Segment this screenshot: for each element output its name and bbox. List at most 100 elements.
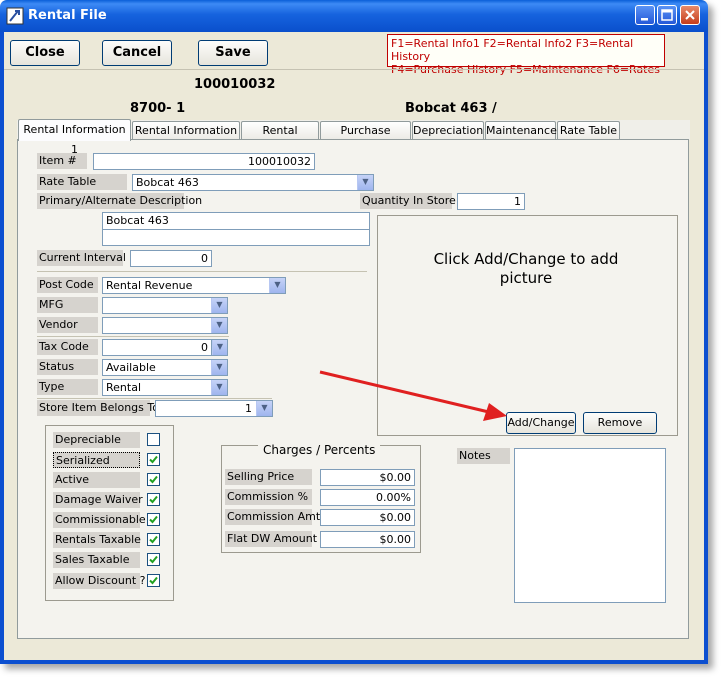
type-label: Type <box>37 379 98 395</box>
flag-label: Depreciable <box>53 432 140 448</box>
minimize-button[interactable] <box>635 5 655 25</box>
section-divider <box>37 398 272 399</box>
mfg-select[interactable]: ▼ <box>102 297 228 314</box>
maximize-button[interactable] <box>657 5 677 25</box>
flag-checkbox[interactable] <box>147 433 160 446</box>
flag-checkbox[interactable] <box>147 553 160 566</box>
cancel-button[interactable]: Cancel <box>102 40 172 66</box>
tab-rate-table[interactable]: Rate Table <box>557 121 620 139</box>
charge-value-field[interactable]: $0.00 <box>320 531 415 548</box>
flag-label: Rentals Taxable <box>53 532 141 548</box>
status-label: Status <box>37 359 98 375</box>
tab-maintenance[interactable]: Maintenance <box>485 121 557 139</box>
header-item-name: Bobcat 463 / <box>405 101 497 116</box>
flag-checkbox[interactable] <box>147 513 160 526</box>
chevron-down-icon[interactable]: ▼ <box>211 298 227 313</box>
charge-label: Commission % <box>225 489 312 505</box>
vendor-select[interactable]: ▼ <box>102 317 228 334</box>
store-value: 1 <box>245 402 252 415</box>
chevron-down-icon[interactable]: ▼ <box>211 318 227 333</box>
close-button[interactable]: Close <box>10 40 80 66</box>
title-bar[interactable]: Rental File <box>0 0 708 32</box>
item-number-field[interactable]: 100010032 <box>93 153 315 170</box>
notes-field[interactable] <box>514 448 666 603</box>
status-select[interactable]: Available ▼ <box>102 359 228 376</box>
tax-code-spin[interactable]: ▼ <box>211 339 228 356</box>
flag-checkbox[interactable] <box>147 533 160 546</box>
tab-purchase-history[interactable]: Purchase History <box>320 121 411 155</box>
description-label: Primary/Alternate Description <box>37 193 203 209</box>
remove-picture-button[interactable]: Remove <box>583 412 657 434</box>
window-title: Rental File <box>28 8 107 23</box>
post-code-value: Rental Revenue <box>106 279 193 292</box>
rate-table-select[interactable]: Bobcat 463 ▼ <box>132 174 374 191</box>
vendor-label: Vendor <box>37 317 98 333</box>
rate-table-value: Bobcat 463 <box>136 176 199 189</box>
rental-file-window: Rental File Close Cancel Save F1=Rental … <box>0 0 708 664</box>
flag-checkbox[interactable] <box>147 453 160 466</box>
primary-description-field[interactable]: Bobcat 463 <box>102 212 370 230</box>
flag-label: Damage Waiver <box>53 492 143 508</box>
flag-label: Active <box>53 472 140 488</box>
current-interval-label: Current Interval <box>37 250 126 266</box>
header-item-code: 8700- 1 <box>130 101 186 116</box>
fkeys-line-1: F1=Rental Info1 F2=Rental Info2 F3=Renta… <box>391 37 634 63</box>
charge-value-field[interactable]: $0.00 <box>320 509 415 526</box>
mfg-label: MFG <box>37 297 98 313</box>
quantity-in-store-field[interactable]: 1 <box>457 193 525 210</box>
tax-code-label: Tax Code <box>37 339 98 355</box>
chevron-down-icon[interactable]: ▼ <box>212 340 227 355</box>
quantity-in-store-label: Quantity In Store <box>360 193 456 209</box>
tax-code-field[interactable]: 0 <box>102 339 212 356</box>
section-divider <box>37 271 367 272</box>
checkmark-icon <box>149 495 158 504</box>
add-change-picture-button[interactable]: Add/Change <box>506 412 576 434</box>
function-key-legend: F1=Rental Info1 F2=Rental Info2 F3=Renta… <box>387 34 665 76</box>
tab-rental-information-2[interactable]: Rental Information 2 <box>132 121 240 155</box>
charge-label: Flat DW Amount <box>225 531 318 547</box>
status-value: Available <box>106 361 156 374</box>
tab-depreciation[interactable]: Depreciation <box>412 121 484 139</box>
flag-checkbox[interactable] <box>147 493 160 506</box>
charge-value-field[interactable]: $0.00 <box>320 469 415 486</box>
checkmark-icon <box>149 555 158 564</box>
section-divider <box>37 336 229 337</box>
checkmark-icon <box>149 515 158 524</box>
flag-label: Serialized <box>53 452 140 468</box>
tab-rental-history[interactable]: Rental History <box>241 121 319 155</box>
alternate-description-field[interactable] <box>102 229 370 246</box>
flag-checkbox[interactable] <box>147 574 160 587</box>
post-code-select[interactable]: Rental Revenue ▼ <box>102 277 286 294</box>
current-interval-field[interactable]: 0 <box>130 250 212 267</box>
checkmark-icon <box>149 455 158 464</box>
close-icon <box>685 10 695 20</box>
chevron-down-icon[interactable]: ▼ <box>357 175 373 190</box>
header-item-number: 100010032 <box>194 77 276 92</box>
store-select[interactable]: 1 ▼ <box>155 400 273 417</box>
window-frame-right <box>704 32 708 664</box>
arrow-icon <box>319 370 507 421</box>
type-select[interactable]: Rental ▼ <box>102 379 228 396</box>
tab-rental-information-1[interactable]: Rental Information 1 <box>18 119 131 156</box>
charge-label: Commission Amt <box>225 509 321 525</box>
chevron-down-icon[interactable]: ▼ <box>256 401 272 416</box>
charge-value-field[interactable]: 0.00% <box>320 489 415 506</box>
checkmark-icon <box>149 576 158 585</box>
checkmark-icon <box>149 535 158 544</box>
flag-label: Sales Taxable <box>53 552 140 568</box>
maximize-icon <box>661 9 673 21</box>
rate-table-label: Rate Table <box>37 174 127 190</box>
type-value: Rental <box>106 381 141 394</box>
flag-checkbox[interactable] <box>147 473 160 486</box>
checkmark-icon <box>149 475 158 484</box>
chevron-down-icon[interactable]: ▼ <box>211 360 227 375</box>
window-frame-bottom <box>0 660 708 664</box>
chevron-down-icon[interactable]: ▼ <box>269 278 285 293</box>
close-window-button[interactable] <box>680 5 700 25</box>
flag-label: Commissionable <box>53 512 146 528</box>
chevron-down-icon[interactable]: ▼ <box>211 380 227 395</box>
save-button[interactable]: Save <box>198 40 268 66</box>
window-frame-left <box>0 32 4 664</box>
app-icon <box>6 7 24 25</box>
toolbar-divider <box>4 69 704 70</box>
